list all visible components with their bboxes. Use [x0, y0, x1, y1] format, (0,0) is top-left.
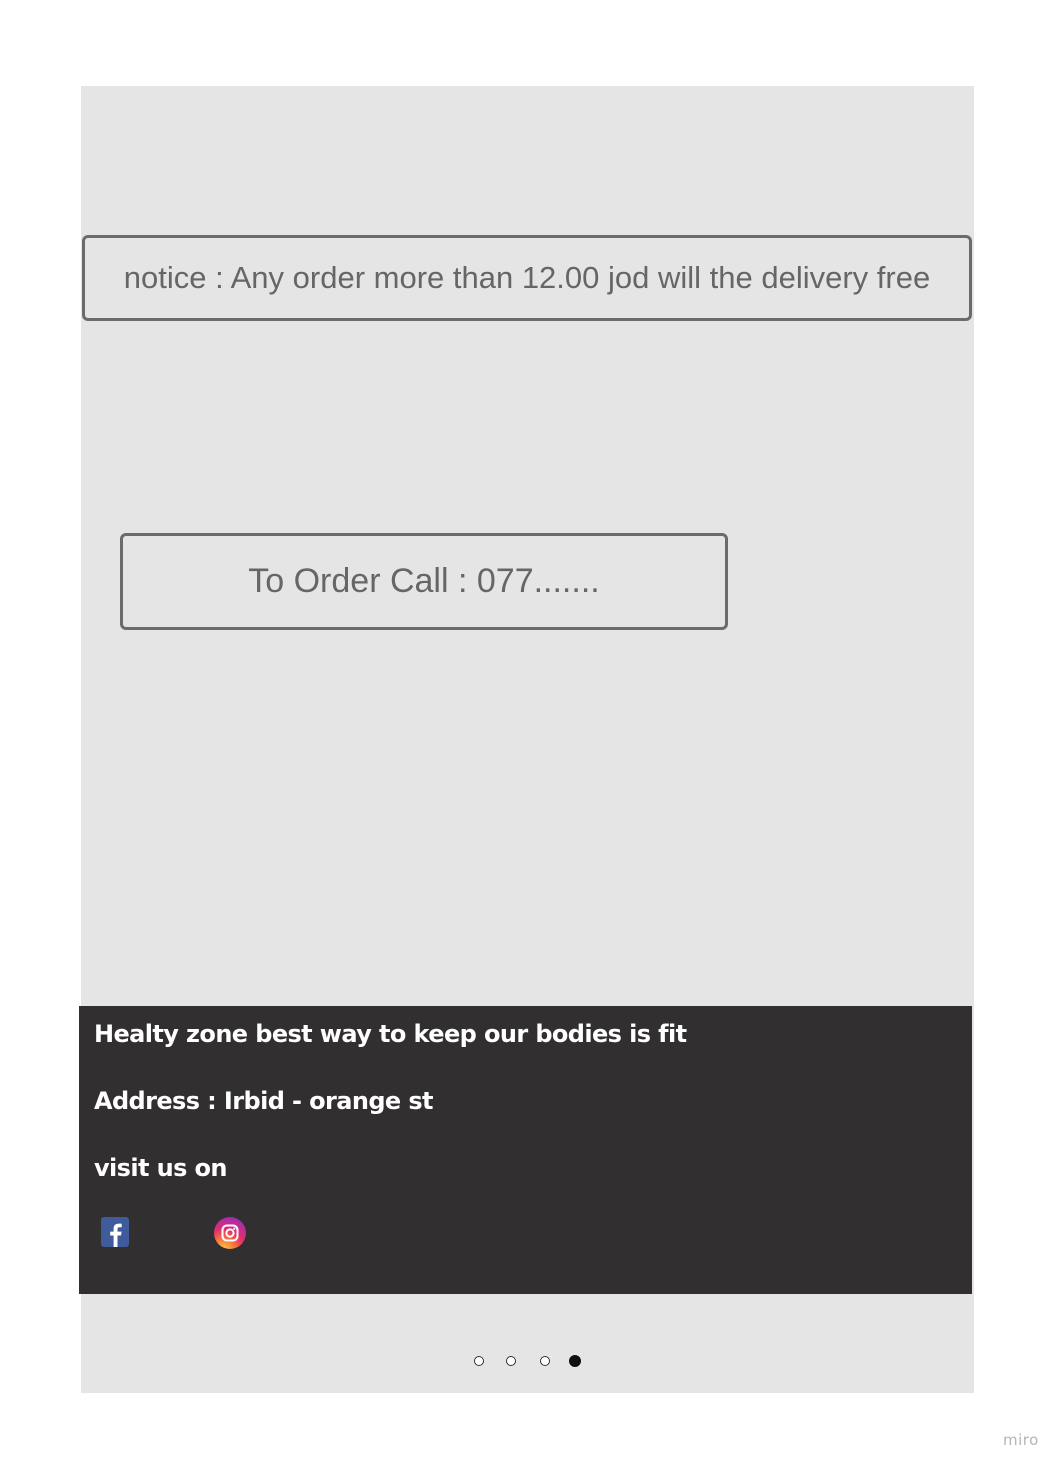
carousel-dot-2[interactable] [506, 1356, 516, 1366]
footer: Healty zone best way to keep our bodies … [79, 1006, 972, 1294]
facebook-icon[interactable] [101, 1217, 131, 1247]
carousel-dot-3[interactable] [540, 1356, 550, 1366]
carousel-dot-4[interactable] [569, 1355, 581, 1367]
instagram-icon[interactable] [214, 1217, 246, 1249]
footer-tagline: Healty zone best way to keep our bodies … [94, 1020, 687, 1048]
order-call-box[interactable]: To Order Call : 077....... [120, 533, 728, 630]
carousel-dot-1[interactable] [474, 1356, 484, 1366]
notice-text: notice : Any order more than 12.00 jod w… [123, 260, 931, 295]
delivery-notice-banner: notice : Any order more than 12.00 jod w… [82, 235, 972, 321]
miro-watermark: miro [1003, 1431, 1039, 1449]
footer-address: Address : Irbid - orange st [94, 1087, 434, 1115]
order-call-text: To Order Call : 077....... [248, 562, 600, 600]
visit-us-label: visit us on [94, 1154, 228, 1182]
carousel-indicators [0, 1355, 1062, 1369]
